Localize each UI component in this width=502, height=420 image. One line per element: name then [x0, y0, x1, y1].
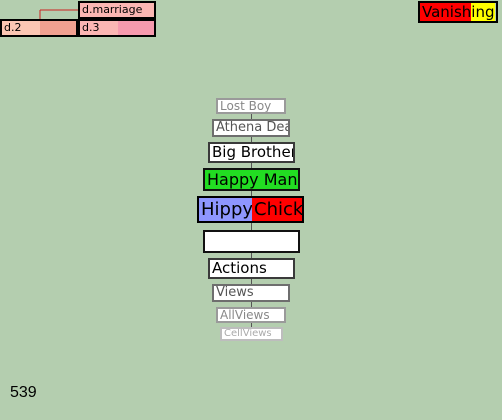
- node-lost-boy[interactable]: Lost Boy: [216, 98, 286, 114]
- counter-readout: 539: [10, 384, 37, 401]
- node-hippy-chick[interactable]: Hippy Chick: [197, 196, 304, 223]
- marriage-label: d.marriage: [82, 3, 143, 16]
- chick-label[interactable]: Chick: [252, 198, 302, 221]
- node-allviews[interactable]: AllViews: [216, 307, 286, 323]
- marriage-node[interactable]: d.marriage: [78, 1, 156, 19]
- vanishing-indicator[interactable]: Vanishing: [418, 1, 498, 23]
- child-d3-label: d.3: [82, 21, 100, 34]
- node-athena-dea[interactable]: Athena Dea: [212, 119, 290, 137]
- child-d2-label: d.2: [4, 21, 22, 34]
- node-big-brother[interactable]: Big Brother: [208, 142, 295, 163]
- node-cellviews[interactable]: CellViews: [220, 327, 283, 341]
- node-happy-man[interactable]: Happy Man: [203, 168, 300, 191]
- node-actions[interactable]: Actions: [208, 258, 295, 279]
- node-views[interactable]: Views: [212, 284, 290, 302]
- child-node-d3[interactable]: d.3: [78, 19, 156, 37]
- vanishing-yellow-part: ing: [471, 3, 495, 21]
- hippy-label[interactable]: Hippy: [199, 198, 253, 221]
- child-node-d2[interactable]: d.2: [0, 19, 78, 37]
- node-blank[interactable]: [203, 230, 300, 253]
- vanishing-red-part: Vanish: [420, 3, 472, 21]
